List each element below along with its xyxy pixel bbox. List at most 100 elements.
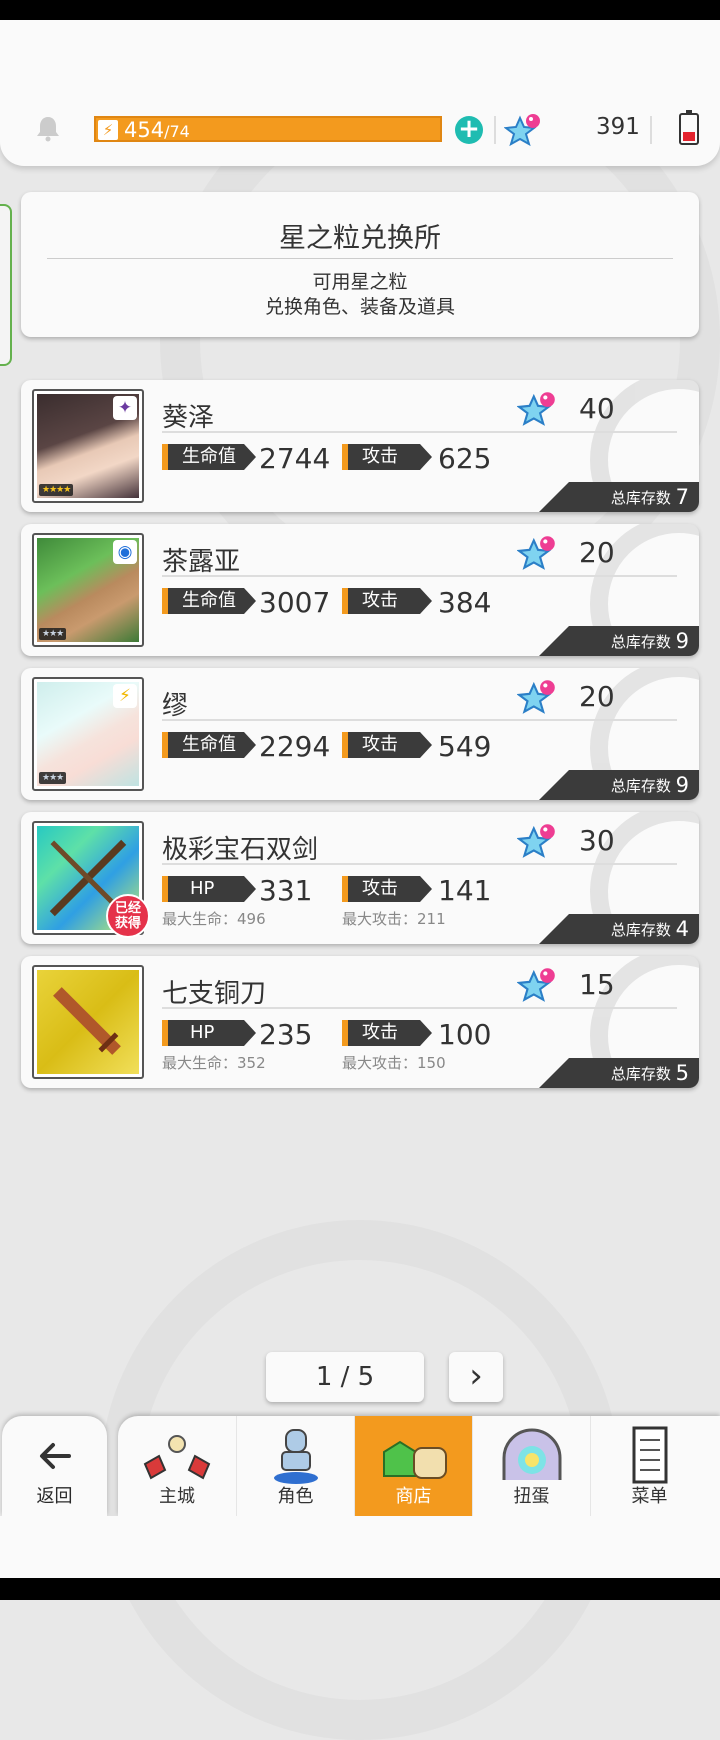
divider: [650, 116, 652, 144]
divider: [162, 575, 677, 577]
back-label: 返回: [36, 1486, 73, 1507]
divider: [162, 719, 677, 721]
item-price: 20: [579, 536, 615, 569]
rarity-stars: ★★★★: [39, 484, 74, 496]
rarity-stars: ★★★: [39, 772, 67, 784]
resource-header: ⚡ 454/74 + 391: [0, 20, 720, 166]
tab-label: 商店: [395, 1486, 432, 1507]
tab-shop[interactable]: 商店: [354, 1416, 472, 1516]
item-name: 葵泽: [162, 403, 215, 433]
shop-item-row[interactable]: ⚡ ★★★ 缪 20 生命值 2294 攻击 549 总库存数 9: [21, 668, 699, 800]
item-price: 40: [579, 392, 615, 425]
hp-label: HP: [162, 876, 256, 902]
attack-value: 625: [438, 442, 492, 475]
tab-label: 扭蛋: [513, 1486, 550, 1507]
energy-value: 454/74: [124, 118, 190, 142]
star-gem-count: 391: [596, 114, 640, 140]
tab-label: 主城: [159, 1486, 195, 1507]
attack-label: 攻击: [342, 732, 432, 758]
divider: [494, 116, 496, 144]
tab-label: 角色: [277, 1486, 314, 1507]
hp-label: 生命值: [162, 444, 256, 470]
max-hp: 最大生命：352: [162, 1054, 266, 1072]
character-portrait: ◉ ★★★: [32, 533, 144, 647]
system-status-bar: [0, 0, 720, 20]
attack-label: 攻击: [342, 444, 432, 470]
item-price: 30: [579, 824, 615, 857]
attack-label: 攻击: [342, 1020, 432, 1046]
character-portrait: ⚡ ★★★: [32, 677, 144, 791]
shop-item-row[interactable]: ◉ ★★★ 茶露亚 20 生命值 3007 攻击 384 总库存数 9: [21, 524, 699, 656]
tab-characters[interactable]: 角色: [236, 1416, 354, 1516]
hp-value: 331: [259, 874, 313, 907]
star-gem-icon: [517, 680, 555, 714]
divider: [162, 863, 677, 865]
star-gem-icon: [504, 114, 540, 147]
attack-value: 100: [438, 1018, 492, 1051]
attack-value: 384: [438, 586, 492, 619]
item-name: 缪: [162, 691, 189, 721]
attack-label: 攻击: [342, 588, 432, 614]
max-attack: 最大攻击：150: [342, 1054, 446, 1072]
castle-icon: [143, 1435, 211, 1480]
dark-element-icon: ✦: [113, 396, 137, 420]
energy-bar: ⚡ 454/74: [94, 116, 442, 142]
item-price: 15: [579, 968, 615, 1001]
tab-gacha[interactable]: 扭蛋: [472, 1416, 590, 1516]
page-subtitle: 可用星之粒 兑换角色、装备及道具: [264, 271, 455, 318]
item-price: 20: [579, 680, 615, 713]
side-drawer-handle[interactable]: [0, 204, 12, 366]
hp-label: 生命值: [162, 732, 256, 758]
exchange-info-card: 星之粒兑换所 可用星之粒 兑换角色、装备及道具: [21, 192, 699, 337]
divider: [47, 258, 673, 259]
water-element-icon: ◉: [113, 540, 137, 564]
item-name: 七支铜刀: [162, 979, 267, 1009]
attack-value: 549: [438, 730, 492, 763]
character-icon: [273, 1429, 318, 1484]
star-gem-icon: [517, 968, 555, 1002]
hp-value: 3007: [259, 586, 331, 619]
add-energy-button[interactable]: +: [455, 116, 483, 144]
shop-item-row[interactable]: 七支铜刀 15 HP 235 攻击 100 最大生命：352 最大攻击：150 …: [21, 956, 699, 1088]
character-portrait: ✦ ★★★★: [32, 389, 144, 503]
max-attack: 最大攻击：211: [342, 910, 446, 928]
hp-label: 生命值: [162, 588, 256, 614]
nav-tabs: 主城 角色 商店 扭蛋 菜单: [118, 1416, 720, 1516]
hp-label: HP: [162, 1020, 256, 1046]
shop-item-row[interactable]: ✦ ★★★★ 葵泽 40 生命值 2744 攻击 625 总库存数 7: [21, 380, 699, 512]
lightning-icon: ⚡: [98, 120, 118, 140]
hp-value: 2294: [259, 730, 331, 763]
battery-icon: [679, 110, 699, 145]
item-name: 茶露亚: [162, 547, 241, 577]
tab-label: 菜单: [631, 1486, 668, 1507]
gacha-portal-icon: [502, 1428, 561, 1480]
bell-icon[interactable]: [34, 114, 62, 142]
back-button[interactable]: 返回: [2, 1416, 107, 1516]
hp-value: 235: [259, 1018, 313, 1051]
star-gem-icon: [517, 536, 555, 570]
system-navigation-bar: [0, 1578, 720, 1600]
lightning-element-icon: ⚡: [113, 684, 137, 708]
arrow-left-icon: [40, 1443, 71, 1469]
divider: [162, 431, 677, 433]
chevron-right-icon: ›: [469, 1356, 483, 1396]
star-gem-icon: [517, 392, 555, 426]
tab-home[interactable]: 主城: [118, 1416, 236, 1516]
hp-value: 2744: [259, 442, 331, 475]
max-hp: 最大生命：496: [162, 910, 266, 928]
tab-menu[interactable]: 菜单: [590, 1416, 708, 1516]
bronze-sword-icon: [53, 987, 121, 1055]
footer-strip: [0, 1516, 720, 1578]
page-title: 星之粒兑换所: [279, 223, 441, 254]
bottom-navigation: 返回 主城 角色 商店 扭蛋 菜单: [0, 1416, 720, 1516]
star-gem-icon: [517, 824, 555, 858]
attack-label: 攻击: [342, 876, 432, 902]
obtained-badge: 已经 获得: [106, 894, 150, 938]
shop-item-row[interactable]: 已经 获得 极彩宝石双剑 30 HP 331 攻击 141 最大生命：496 最大…: [21, 812, 699, 944]
page-indicator: 1 / 5: [266, 1352, 424, 1402]
menu-list-icon: [632, 1426, 667, 1484]
rarity-stars: ★★★: [39, 628, 67, 640]
item-name: 极彩宝石双剑: [162, 835, 319, 865]
weapon-icon: [32, 965, 144, 1079]
next-page-button[interactable]: ›: [449, 1352, 503, 1402]
